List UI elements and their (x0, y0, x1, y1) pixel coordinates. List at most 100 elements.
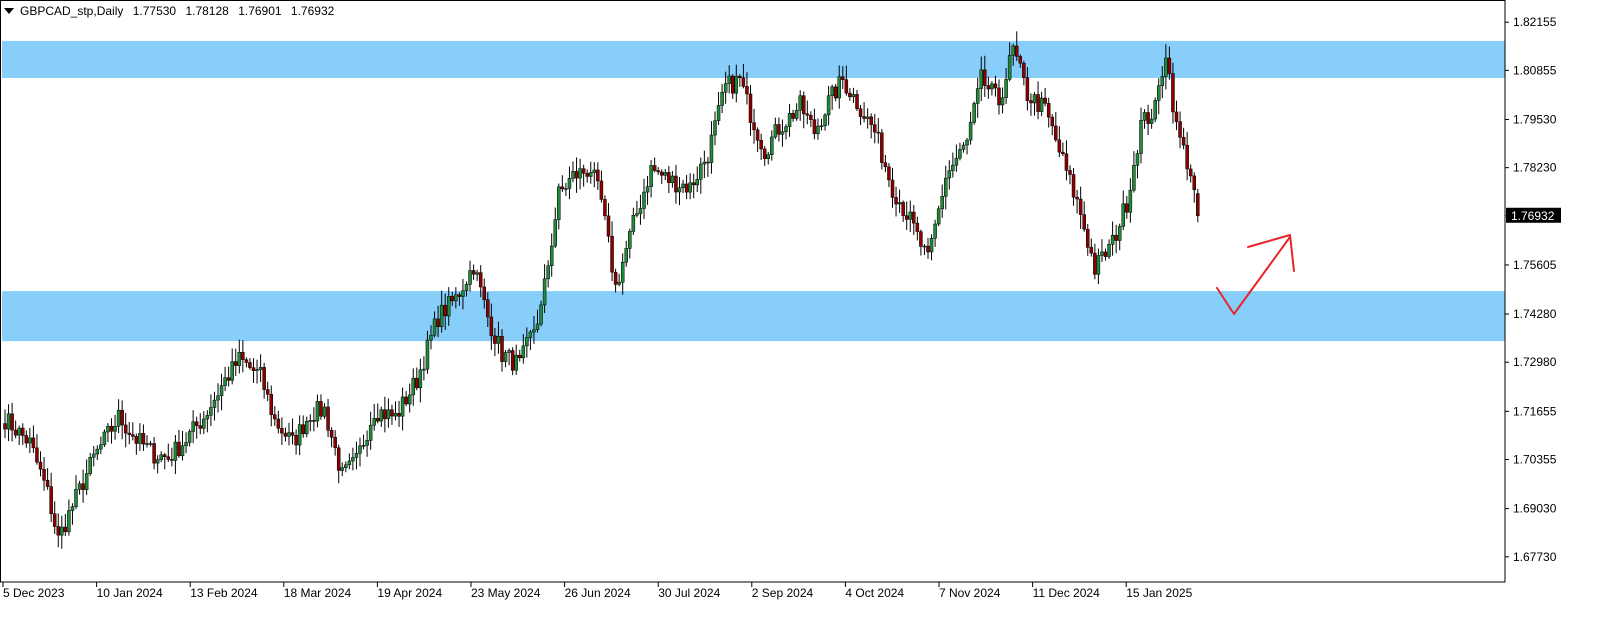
candle (809, 111, 813, 127)
candle-body (120, 409, 124, 426)
time-tick-label: 7 Nov 2024 (939, 586, 1001, 600)
candle-body (1000, 97, 1005, 106)
candle (301, 415, 305, 438)
candle-body (74, 489, 78, 507)
candle-body (521, 345, 526, 359)
candle-body (283, 432, 288, 437)
candle-body (816, 125, 820, 135)
candle (968, 111, 973, 145)
candle-body (116, 409, 121, 427)
candle (262, 362, 266, 399)
candle (212, 391, 217, 421)
candle-body (344, 464, 348, 469)
candle-body (123, 424, 128, 434)
candle (123, 413, 128, 448)
candle-body (106, 425, 110, 433)
candle-body (340, 467, 344, 471)
candle (581, 164, 586, 187)
candle-body (581, 168, 586, 174)
candle-body (290, 432, 295, 436)
candle-body (897, 202, 902, 205)
candle-body (127, 432, 131, 435)
candle-body (191, 421, 195, 432)
candle-body (432, 318, 437, 336)
candle-body (368, 424, 373, 441)
candle (610, 221, 614, 282)
candle-body (670, 175, 675, 183)
candle-body (77, 483, 82, 490)
candle-body (1164, 57, 1168, 77)
candle (251, 358, 256, 384)
candle (617, 273, 621, 287)
candle-body (1117, 226, 1122, 241)
candle-body (1043, 97, 1047, 104)
dropdown-triangle-icon[interactable] (4, 8, 14, 14)
candle-body (407, 394, 412, 405)
resistance-zone (2, 40, 1505, 78)
candle (344, 461, 348, 473)
candle-body (429, 334, 433, 341)
candle-body (439, 304, 444, 328)
candle (603, 195, 607, 221)
candle-body (425, 339, 430, 370)
candle-body (503, 352, 508, 362)
candle-body (1064, 153, 1069, 171)
low-price: 1.76901 (238, 4, 282, 18)
candle (45, 467, 50, 490)
candle (972, 101, 976, 125)
candle (106, 423, 110, 442)
candle-body (138, 433, 142, 444)
candle (28, 427, 32, 454)
candle-body (1100, 251, 1104, 256)
candle (180, 431, 185, 461)
candle (145, 435, 149, 448)
candle-body (837, 76, 841, 99)
candle (407, 383, 412, 413)
candle-body (1146, 112, 1150, 124)
candle-body (447, 296, 451, 317)
candle-body (450, 296, 455, 302)
candle (780, 119, 785, 147)
candle-body (961, 144, 966, 150)
candle-body (993, 83, 998, 89)
candle (290, 418, 295, 445)
candle-body (393, 413, 398, 417)
candle (248, 358, 252, 370)
candle (333, 430, 337, 456)
candle-body (755, 129, 760, 141)
candle-body (251, 367, 256, 371)
candle (1015, 31, 1019, 61)
candle (52, 501, 57, 534)
candle-body (415, 377, 419, 389)
candle (1036, 81, 1040, 120)
candle (127, 421, 131, 445)
price-tick-label: 1.74280 (1513, 307, 1557, 321)
candle (241, 340, 245, 373)
candle (702, 150, 707, 179)
candle-body (141, 433, 146, 445)
candle (372, 403, 376, 431)
candle (922, 244, 927, 255)
candle (347, 453, 352, 470)
price-chart[interactable]: 1.82155 1.80855 1.79530 1.78230 1.76932 1.756… (0, 0, 1604, 619)
candle-body (386, 409, 391, 420)
candle-body (170, 459, 174, 461)
chart-window[interactable]: 1.82155 1.80855 1.79530 1.78230 1.76932 1.756… (0, 0, 1604, 619)
candle (358, 437, 362, 467)
candle (329, 427, 334, 448)
candle (656, 167, 660, 175)
candle (276, 410, 281, 434)
candle (624, 240, 628, 267)
candle (933, 219, 937, 247)
candle-body (262, 367, 266, 390)
candle (219, 373, 224, 411)
candle (510, 347, 515, 376)
candle-body (326, 406, 330, 431)
candle-body (24, 435, 29, 444)
price-tick-label: 1.71655 (1513, 404, 1557, 418)
candle-body (990, 83, 994, 90)
candle-body (855, 94, 859, 110)
candle (567, 166, 572, 200)
candle (663, 169, 668, 181)
candle-body (212, 399, 217, 408)
